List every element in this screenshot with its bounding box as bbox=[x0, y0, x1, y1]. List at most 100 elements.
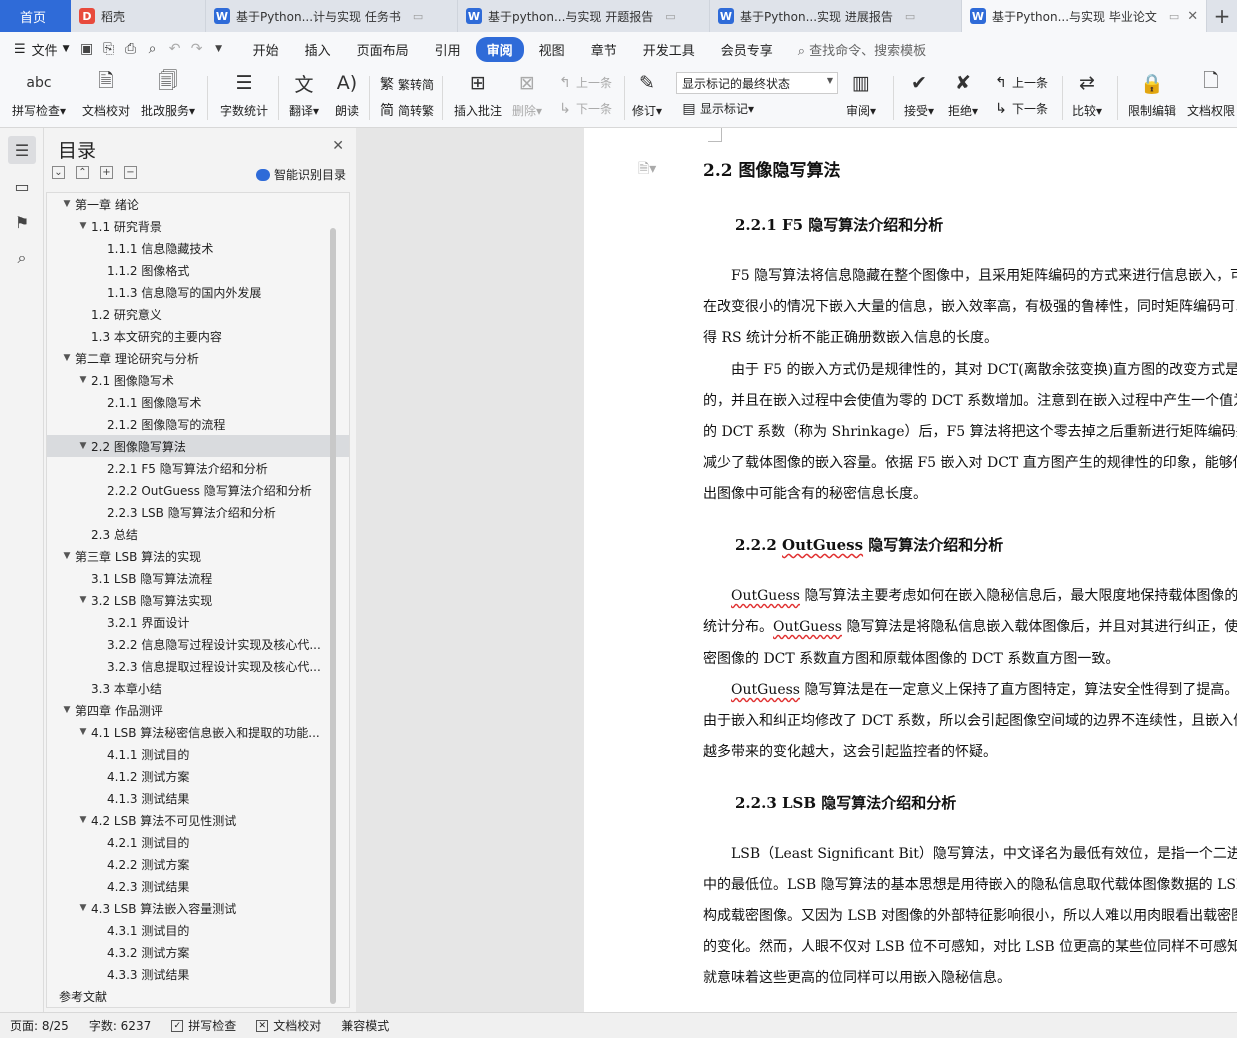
restrict-editing-button[interactable]: 🔒 限制编辑 bbox=[1128, 70, 1176, 119]
word-count-indicator[interactable]: 字数: 6237 bbox=[89, 1017, 151, 1034]
close-icon[interactable]: ✕ bbox=[332, 138, 344, 154]
close-icon[interactable]: ✕ bbox=[1187, 9, 1198, 24]
review-pane-button[interactable]: ▥ 审阅▾ bbox=[846, 70, 876, 119]
toc-item[interactable]: 2.2.1 F5 隐写算法介绍和分析 bbox=[47, 457, 349, 479]
accept-button[interactable]: ✔ 接受▾ bbox=[904, 70, 934, 119]
toc-item[interactable]: 4.3.2 测试方案 bbox=[47, 941, 349, 963]
toc-item[interactable]: 4.2.3 测试结果 bbox=[47, 875, 349, 897]
chevron-down-icon[interactable]: ▼ bbox=[75, 727, 91, 737]
prev-comment-button[interactable]: ↰ 上一条 bbox=[556, 74, 612, 91]
tab-cloud-icon[interactable]: ▭ bbox=[665, 10, 675, 23]
redo-icon[interactable]: ↷ bbox=[186, 41, 208, 57]
toc-item[interactable]: 2.1.2 图像隐写的流程 bbox=[47, 413, 349, 435]
menu-layout[interactable]: 页面布局 bbox=[346, 37, 420, 62]
simp-to-trad-button[interactable]: 简 简转繁 bbox=[378, 100, 434, 120]
chevron-down-icon[interactable]: ▼ bbox=[75, 903, 91, 913]
chevron-down-icon[interactable]: ▼ bbox=[75, 375, 91, 385]
toc-item[interactable]: 4.1.3 测试结果 bbox=[47, 787, 349, 809]
chevron-down-icon[interactable]: ▼ bbox=[59, 353, 75, 363]
menu-insert[interactable]: 插入 bbox=[294, 37, 342, 62]
toc-item[interactable]: 4.3.1 测试目的 bbox=[47, 919, 349, 941]
new-tab-button[interactable]: + bbox=[1207, 0, 1237, 32]
chevron-down-icon[interactable]: ▼ bbox=[75, 221, 91, 231]
doc-proof-button[interactable]: 🗎 文档校对 bbox=[82, 70, 130, 119]
chevron-down-icon[interactable]: ▼ bbox=[59, 199, 75, 209]
smart-toc-button[interactable]: 智能识别目录 bbox=[255, 166, 346, 183]
toc-item[interactable]: ▼ 第二章 理论研究与分析 bbox=[47, 347, 349, 369]
tab-cloud-icon[interactable]: ▭ bbox=[905, 10, 915, 23]
collapse-all-icon[interactable]: ⌄ bbox=[52, 166, 65, 179]
toc-item[interactable]: 1.1.2 图像格式 bbox=[47, 259, 349, 281]
tab-home[interactable]: 首页 bbox=[0, 0, 71, 32]
chevron-down-icon[interactable]: ▼ bbox=[75, 815, 91, 825]
toc-item[interactable]: 3.2.2 信息隐写过程设计实现及核心代... bbox=[47, 633, 349, 655]
toc-item[interactable]: ▼ 4.1 LSB 算法秘密信息嵌入和提取的功能... bbox=[47, 721, 349, 743]
chevron-down-icon[interactable]: ▼ bbox=[59, 551, 75, 561]
next-comment-button[interactable]: ↳ 下一条 bbox=[556, 100, 612, 117]
chevron-down-icon[interactable]: ▼ bbox=[75, 595, 91, 605]
track-changes-button[interactable]: ✎ 修订▾ bbox=[632, 70, 662, 119]
export-icon[interactable]: ⎘ bbox=[98, 41, 120, 57]
toc-item[interactable]: 4.2.1 测试目的 bbox=[47, 831, 349, 853]
bookmark-icon[interactable]: ⚑ bbox=[8, 208, 36, 236]
menu-review[interactable]: 审阅 bbox=[475, 36, 524, 62]
menu-references[interactable]: 引用 bbox=[424, 37, 472, 62]
search-icon[interactable]: ⌕ bbox=[8, 244, 36, 272]
insert-comment-button[interactable]: ⊞ 插入批注 bbox=[454, 70, 502, 119]
toc-item[interactable]: ▼ 4.2 LSB 算法不可见性测试 bbox=[47, 809, 349, 831]
toc-panel-icon[interactable]: ☰ bbox=[8, 136, 36, 164]
toc-item[interactable]: 2.1.1 图像隐写术 bbox=[47, 391, 349, 413]
toc-item[interactable]: 参考文献 bbox=[47, 985, 349, 1007]
chevron-down-icon[interactable]: ▼ bbox=[75, 441, 91, 451]
comment-icon[interactable]: 🗎▾ bbox=[638, 158, 656, 182]
expand-all-icon[interactable]: ⌃ bbox=[76, 166, 89, 179]
print-icon[interactable]: ⎙ bbox=[120, 41, 142, 57]
toc-item[interactable]: 2.2.3 LSB 隐写算法介绍和分析 bbox=[47, 501, 349, 523]
status-doc-proof[interactable]: ✕ 文档校对 bbox=[256, 1017, 321, 1034]
next-change-button[interactable]: ↳ 下一条 bbox=[992, 100, 1048, 117]
spell-error-word[interactable]: OutGuess bbox=[782, 536, 863, 554]
tab-doc-4[interactable]: W 基于Python...与实现 毕业论文 ▭ ✕ bbox=[962, 0, 1207, 32]
tab-doc-1[interactable]: W 基于Python...计与实现 任务书 ▭ bbox=[206, 0, 458, 32]
toc-scrollbar[interactable] bbox=[330, 228, 336, 1004]
compare-button[interactable]: ⇄ 比较▾ bbox=[1072, 70, 1102, 119]
menu-member[interactable]: 会员专享 bbox=[710, 37, 784, 62]
chevron-down-icon[interactable]: ▼ bbox=[59, 705, 75, 715]
toc-item[interactable]: 1.1.3 信息隐写的国内外发展 bbox=[47, 281, 349, 303]
tab-cloud-icon[interactable]: ▭ bbox=[1169, 10, 1179, 23]
menu-section[interactable]: 章节 bbox=[580, 37, 628, 62]
word-count-button[interactable]: ☰ 字数统计 bbox=[220, 70, 268, 119]
tab-cloud-icon[interactable]: ▭ bbox=[413, 10, 423, 23]
spell-error-word[interactable]: OutGuess bbox=[731, 682, 800, 698]
save-icon[interactable]: ▣ bbox=[76, 41, 98, 57]
menu-view[interactable]: 视图 bbox=[528, 37, 576, 62]
toc-item[interactable]: 3.3 本章小结 bbox=[47, 677, 349, 699]
toc-item[interactable]: 4.3.3 测试结果 bbox=[47, 963, 349, 985]
toc-item[interactable]: 3.2.3 信息提取过程设计实现及核心代... bbox=[47, 655, 349, 677]
print-preview-icon[interactable]: ⌕ bbox=[142, 41, 164, 57]
toc-item[interactable]: 1.1.1 信息隐藏技术 bbox=[47, 237, 349, 259]
status-spellcheck[interactable]: ✓ 拼写检查 bbox=[171, 1017, 236, 1034]
toc-item[interactable]: ▼ 第三章 LSB 算法的实现 bbox=[47, 545, 349, 567]
toc-item[interactable]: 1.3 本文研究的主要内容 bbox=[47, 325, 349, 347]
tab-docer[interactable]: D 稻壳 bbox=[71, 0, 206, 32]
correction-service-button[interactable]: 🗐 批改服务▾ bbox=[141, 70, 195, 119]
toc-item[interactable]: ▼ 4.3 LSB 算法嵌入容量测试 bbox=[47, 897, 349, 919]
page-indicator[interactable]: 页面: 8/25 bbox=[10, 1017, 69, 1034]
remove-level-icon[interactable]: − bbox=[124, 166, 137, 179]
toc-item[interactable]: 4.1.1 测试目的 bbox=[47, 743, 349, 765]
toc-item[interactable]: ▼ 3.2 LSB 隐写算法实现 bbox=[47, 589, 349, 611]
quick-access-dropdown-icon[interactable]: ▼ bbox=[208, 44, 230, 54]
menu-developer[interactable]: 开发工具 bbox=[632, 37, 706, 62]
toc-item[interactable]: 3.2.1 界面设计 bbox=[47, 611, 349, 633]
undo-icon[interactable]: ↶ bbox=[164, 41, 186, 57]
toc-item[interactable]: 2.2.2 OutGuess 隐写算法介绍和分析 bbox=[47, 479, 349, 501]
show-markup-button[interactable]: ▤ 显示标记 ▾ bbox=[680, 100, 754, 117]
toc-item[interactable]: 4.2.2 测试方案 bbox=[47, 853, 349, 875]
command-search[interactable]: ⌕ 查找命令、搜索模板 bbox=[798, 40, 926, 59]
tab-doc-3[interactable]: W 基于Python...实现 进展报告 ▭ bbox=[710, 0, 962, 32]
doc-permission-button[interactable]: 🗋 文档权限 bbox=[1187, 70, 1235, 119]
file-menu[interactable]: ☰ 文件 ▼ bbox=[0, 40, 70, 59]
toc-item[interactable]: ▼ 第四章 作品测评 bbox=[47, 699, 349, 721]
trad-to-simp-button[interactable]: 繁 繁转简 bbox=[378, 74, 434, 94]
